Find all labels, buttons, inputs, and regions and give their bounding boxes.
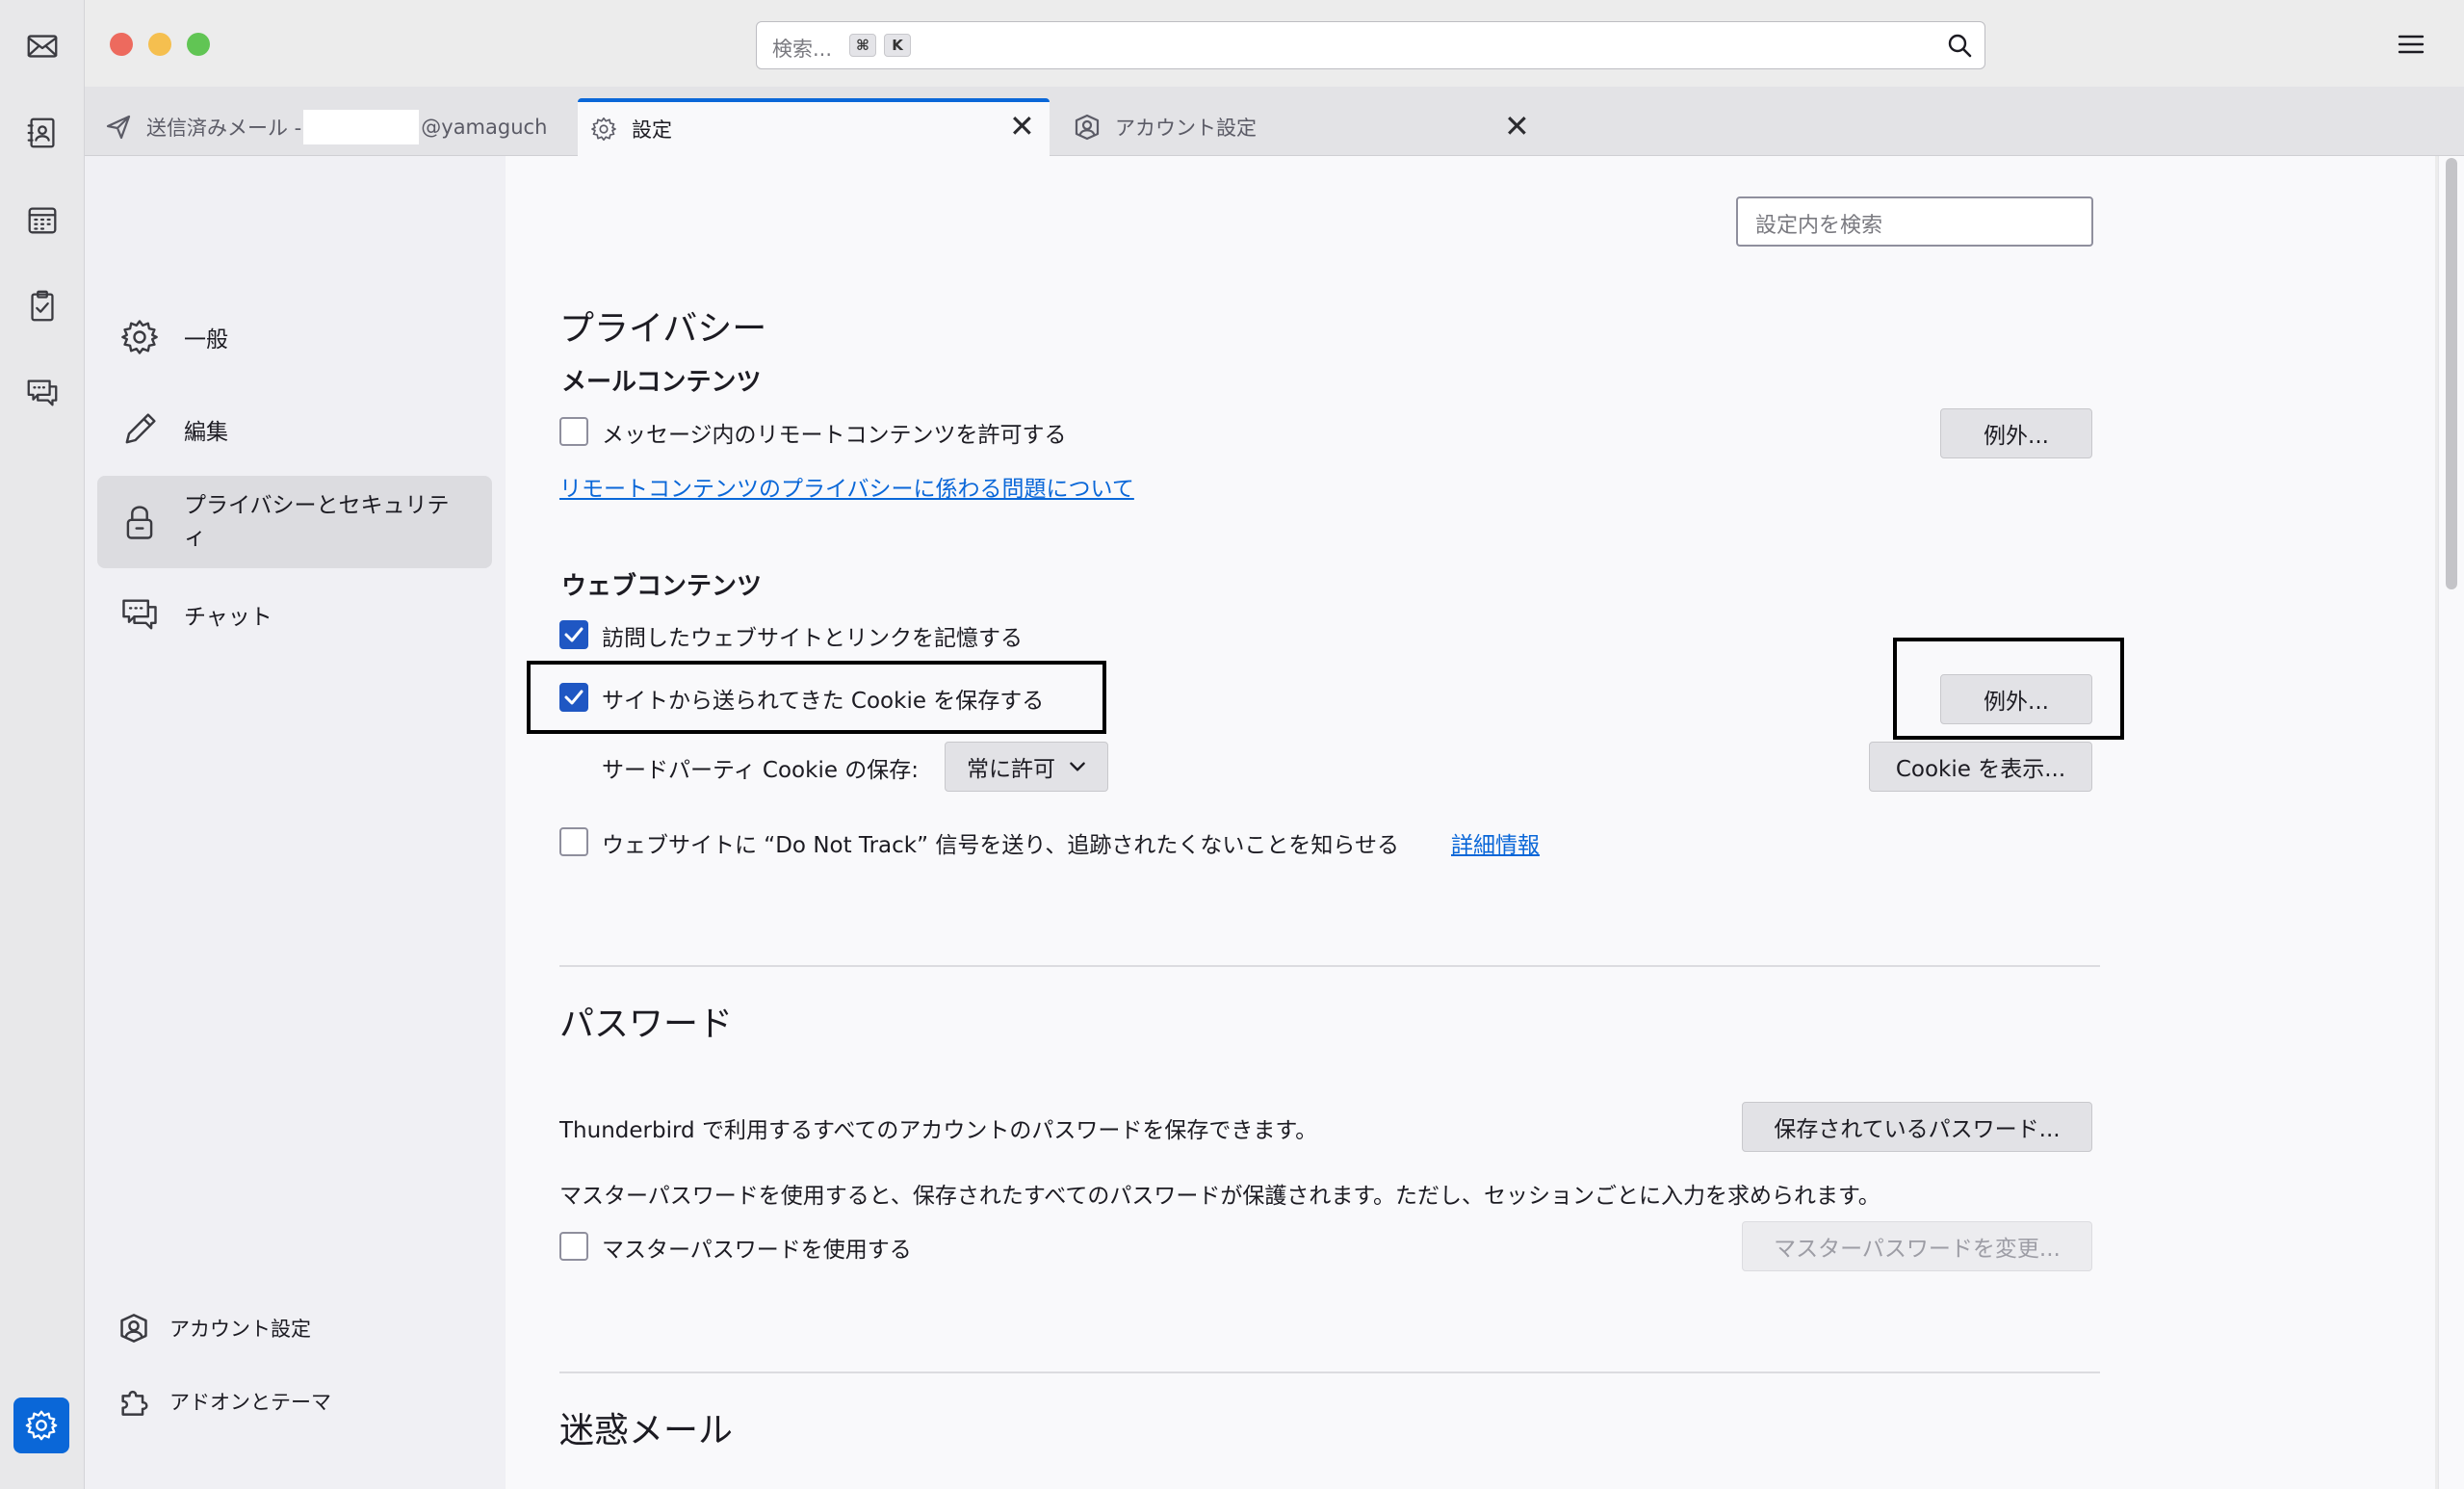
nav-account-settings-label: アカウント設定 [169,1318,311,1341]
third-party-cookies-value: 常に許可 [967,757,1055,782]
tab-settings-label: 設定 [632,118,672,142]
tab-sent-mail-label: 送信済みメール - [146,117,302,140]
nav-general[interactable]: 一般 [97,291,492,383]
settings-search-input[interactable]: 設定内を検索 [1736,196,2093,247]
chevron-down-icon [1070,762,1085,771]
global-search-input[interactable]: 検索... ⌘ K [756,21,1985,69]
remote-content-label: メッセージ内のリモートコンテンツを許可する [602,423,1067,448]
chat-icon [122,599,157,630]
gear-icon [591,117,616,142]
app-menu-icon[interactable] [2394,29,2428,60]
shortcut-key-k: K [884,34,911,57]
saved-passwords-button[interactable]: 保存されているパスワード... [1742,1102,2092,1152]
settings-category-nav: 一般 編集 プライバシーとセキュリティ チャット アカウント設定 アドオンとテー… [85,156,506,1489]
use-master-password-checkbox[interactable] [559,1232,588,1261]
zoom-window-button[interactable] [187,33,210,56]
section-divider [559,965,2100,967]
tab-sent-mail[interactable]: 送信済みメール - @yamaguch [104,98,566,156]
spaces-toolbar [0,0,85,1489]
puzzle-icon [121,1390,148,1416]
remember-sites-label: 訪問したウェブサイトとリンクを記憶する [602,626,1023,651]
do-not-track-learn-more-link[interactable]: 詳細情報 [1451,826,1540,859]
account-icon [120,1314,147,1343]
third-party-cookies-label: サードパーティ Cookie の保存: [602,758,920,783]
web-content-heading: ウェブコンテンツ [561,572,763,601]
calendar-space-button[interactable] [19,196,65,243]
tasks-icon [31,290,54,322]
remote-content-checkbox[interactable] [559,417,588,446]
nav-general-label: 一般 [184,327,228,353]
section-divider [559,1371,2100,1373]
remember-sites-checkbox[interactable] [559,620,588,649]
passwords-description: Thunderbird で利用するすべてのアカウントのパスワードを保存できます。 [559,1118,1318,1143]
nav-privacy-label: プライバシーとセキュリティ [184,492,450,550]
content-scrollbar[interactable] [2438,156,2464,1489]
global-search-placeholder: 検索... [772,38,833,61]
account-icon [1075,114,1100,141]
address-book-icon [27,118,55,148]
privacy-heading: プライバシー [559,309,767,349]
gear-icon [25,1410,58,1441]
nav-privacy-security[interactable]: プライバシーとセキュリティ [97,476,492,568]
nav-chat[interactable]: チャット [97,568,492,661]
settings-search-placeholder: 設定内を検索 [1755,214,1883,238]
tab-settings[interactable]: 設定 ✕ [578,98,1050,156]
tab-bar: 送信済みメール - @yamaguch 設定 ✕ アカウント設定 ✕ [85,87,2464,156]
lock-icon [126,506,153,539]
nav-account-settings[interactable]: アカウント設定 [117,1312,311,1345]
nav-addons-label: アドオンとテーマ [169,1391,331,1414]
scrollbar-thumb[interactable] [2446,158,2457,589]
chat-space-button[interactable] [19,370,65,416]
redacted-block [303,110,420,144]
remote-content-exceptions-button[interactable]: 例外... [1940,408,2092,458]
tab-account-settings[interactable]: アカウント設定 ✕ [1073,98,1535,156]
passwords-heading: パスワード [559,1005,734,1044]
mail-space-button[interactable] [19,23,65,69]
junk-mail-heading: 迷惑メール [559,1411,734,1450]
third-party-cookies-select[interactable]: 常に許可 [945,742,1108,792]
nav-addons-themes[interactable]: アドオンとテーマ [117,1385,331,1418]
settings-content: 設定内を検索 プライバシー メールコンテンツ メッセージ内のリモートコンテンツを… [506,156,2435,1489]
chat-icon [27,379,58,406]
accept-cookies-label: サイトから送られてきた Cookie を保存する [602,689,1045,714]
title-bar: 検索... ⌘ K [85,0,2464,87]
accept-cookies-checkbox[interactable] [559,683,588,712]
use-master-password-label: マスターパスワードを使用する [602,1238,912,1263]
settings-space-button[interactable] [13,1398,69,1453]
mail-icon [27,35,58,58]
show-cookies-button[interactable]: Cookie を表示... [1869,742,2092,792]
close-tab-settings-icon[interactable]: ✕ [1009,108,1035,144]
mail-content-heading: メールコンテンツ [561,368,762,397]
tab-sent-mail-suffix: @yamaguch [421,116,548,139]
search-icon[interactable] [1946,32,1973,59]
close-window-button[interactable] [110,33,133,56]
change-master-password-button[interactable]: マスターパスワードを変更... [1742,1221,2092,1271]
remote-content-privacy-link[interactable]: リモートコンテンツのプライバシーに係わる問題について [559,470,1134,503]
send-icon [106,115,131,140]
checkmark-icon [564,627,584,642]
pencil-icon [125,413,156,444]
gear-icon [121,320,158,354]
nav-chat-label: チャット [184,605,272,630]
cookie-exceptions-button[interactable]: 例外... [1940,674,2092,724]
close-tab-account-icon[interactable]: ✕ [1504,108,1530,144]
tasks-space-button[interactable] [19,283,65,329]
tab-account-settings-label: アカウント設定 [1115,117,1257,140]
calendar-icon [28,207,57,234]
do-not-track-label: ウェブサイトに “Do Not Track” 信号を送り、追跡されたくないことを… [602,833,1399,858]
nav-compose[interactable]: 編集 [97,383,492,476]
shortcut-key-cmd: ⌘ [849,34,876,57]
checkmark-icon [564,690,584,705]
nav-compose-label: 編集 [184,420,228,445]
do-not-track-checkbox[interactable] [559,827,588,856]
address-book-space-button[interactable] [19,110,65,156]
master-password-description: マスターパスワードを使用すると、保存されたすべてのパスワードが保護されます。ただ… [559,1184,1880,1209]
minimize-window-button[interactable] [148,33,171,56]
